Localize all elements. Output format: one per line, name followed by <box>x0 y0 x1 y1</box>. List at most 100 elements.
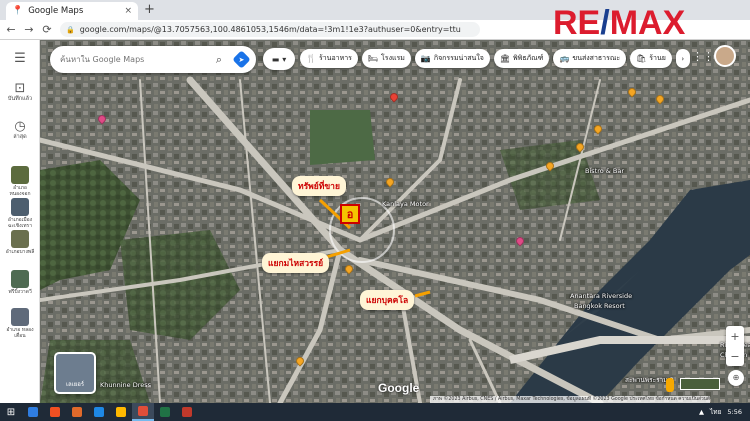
chip-shop[interactable]: 🛍 ร้านย <box>630 49 672 68</box>
taskbar-app-6[interactable] <box>154 403 176 421</box>
place-thumbnail <box>11 308 29 326</box>
app-icon <box>116 407 126 417</box>
taskbar-app-2[interactable] <box>66 403 88 421</box>
chevron-down-icon: ▾ <box>282 54 287 64</box>
chip-restaurant[interactable]: 🍴 ร้านอาหาร <box>300 49 358 68</box>
zoom-out-button[interactable]: − <box>730 350 739 363</box>
url-text: google.com/maps/@13.7057563,100.4861053,… <box>79 25 461 34</box>
map-place-label[interactable]: Bistro & Bar <box>585 167 624 175</box>
clock[interactable]: 5:56 <box>727 408 742 416</box>
transit-icon: 🚌 <box>559 54 570 63</box>
search-box[interactable]: ⌕ ➤ <box>50 46 256 73</box>
property-label: ทรัพย์ที่ขาย <box>292 176 346 196</box>
avatar[interactable] <box>714 45 736 67</box>
reload-button[interactable]: ⟳ <box>42 23 52 36</box>
chip-label: ขนส่งสาธารณะ <box>572 54 621 62</box>
maps-sidebar: ☰ ⊡ บันทึกแล้ว ◷ ล่าสุด อำเภอหนองจอกอำเภ… <box>0 40 40 403</box>
google-logo: Google <box>378 381 420 395</box>
start-button[interactable]: ⊞ <box>0 403 22 421</box>
back-button[interactable]: ← <box>6 23 16 36</box>
tab-google-maps[interactable]: 📍 Google Maps × <box>6 2 138 20</box>
remax-logo: RE/MAX <box>553 4 686 42</box>
recent-place-label: ฟรีบิ้งวาดวี <box>8 289 32 295</box>
sidebar-item-saved[interactable]: ⊡ บันทึกแล้ว <box>0 82 40 103</box>
place-thumbnail <box>11 230 29 248</box>
zoom-in-button[interactable]: + <box>730 330 739 343</box>
directions-icon[interactable]: ➤ <box>232 50 251 69</box>
chip-hotel[interactable]: 🛏 โรงแรม <box>361 49 411 68</box>
system-tray: ▲ ไทย 5:56 <box>699 403 742 421</box>
sidebar-item-recent[interactable]: ◷ ล่าสุด <box>0 120 40 141</box>
app-icon <box>50 407 60 417</box>
search-input[interactable] <box>60 55 209 64</box>
place-thumbnail <box>11 166 29 184</box>
menu-icon: ☰ <box>14 51 26 66</box>
app-icon <box>138 406 148 416</box>
menu-button[interactable]: ☰ <box>0 52 40 66</box>
windows-icon: ⊞ <box>6 406 16 418</box>
recent-place-label: อำเภอหนองจอก <box>9 185 31 197</box>
zoom-controls: + − <box>726 326 744 366</box>
chip-label: ร้านอาหาร <box>318 54 352 62</box>
junction-label-2: แยกบุคคโล <box>360 290 415 310</box>
taskbar-app-4[interactable] <box>110 403 132 421</box>
chip-label: พิพิธภัณฑ์ <box>513 54 544 62</box>
windows-taskbar: ⊞ ▲ ไทย 5:56 <box>0 403 750 421</box>
taskbar-app-5[interactable] <box>132 403 154 421</box>
chip-transit[interactable]: 🚌 ขนส่งสาธารณะ <box>553 49 627 68</box>
recent-place-3[interactable]: ฟรีบิ้งวาดวี <box>5 270 35 295</box>
chevron-right-icon[interactable]: › <box>675 49 690 68</box>
history-icon: ◷ <box>14 119 26 134</box>
new-tab-button[interactable]: + <box>144 2 155 18</box>
app-icon <box>28 407 38 417</box>
forward-button[interactable]: → <box>24 23 34 36</box>
taskbar-app-3[interactable] <box>88 403 110 421</box>
search-icon[interactable]: ⌕ <box>209 53 229 67</box>
app-icon <box>160 407 170 417</box>
language-indicator[interactable]: ไทย <box>710 407 721 417</box>
map-place-label[interactable]: Kanlaya Motor <box>382 200 429 208</box>
url-field[interactable]: 🔒 google.com/maps/@13.7057563,100.486105… <box>60 22 480 37</box>
taskbar-app-7[interactable] <box>176 403 198 421</box>
category-chips: 🍴 ร้านอาหาร 🛏 โรงแรม 📷 กิจกรรมน่าสนใจ 🏛 พิพิธภั… <box>300 49 690 68</box>
chip-label: กิจกรรมน่าสนใจ <box>433 54 484 62</box>
chip-label: ร้านย <box>649 54 666 62</box>
app-icon <box>72 407 82 417</box>
maps-pin-icon: 📍 <box>12 6 24 16</box>
layer-toggle-button[interactable]: เลเยอร์ <box>54 352 96 394</box>
camera-icon: 📷 <box>420 54 431 63</box>
junction-label-1: แยกมไหสวรรย์ <box>262 253 330 273</box>
place-thumbnail <box>11 198 29 216</box>
shop-icon: 🛍 <box>636 54 647 63</box>
layers-icon: ▬ <box>271 54 280 64</box>
taskbar-app-0[interactable] <box>22 403 44 421</box>
recent-place-label: อำเภอเมืองฉะเชิงเทรา <box>7 217 33 229</box>
museum-icon: 🏛 <box>499 54 511 63</box>
lock-icon: 🔒 <box>66 25 75 34</box>
hotel-icon: 🛏 <box>367 54 379 63</box>
chip-camera[interactable]: 📷 กิจกรรมน่าสนใจ <box>414 49 490 68</box>
recent-place-1[interactable]: อำเภอเมืองฉะเชิงเทรา <box>5 198 35 229</box>
taskbar-app-1[interactable] <box>44 403 66 421</box>
recent-place-label: อำเภอ หลองเตื่อน <box>6 327 34 339</box>
map-place-label[interactable]: Bangkok Resort <box>574 302 625 310</box>
recent-place-4[interactable]: อำเภอ หลองเตื่อน <box>5 308 35 339</box>
compass-icon[interactable]: ⊕ <box>728 370 744 386</box>
recent-place-2[interactable]: อำเภอบางพลี <box>5 230 35 255</box>
apps-grid-icon[interactable]: ⋮⋮ <box>692 50 714 63</box>
map-attribution: ภาพ ©2023 Airbus, CNES / Airbus, Maxar T… <box>430 396 710 403</box>
map-place-label[interactable]: Anantara Riverside <box>570 292 632 300</box>
place-thumbnail <box>11 270 29 288</box>
bookmark-icon: ⊡ <box>14 81 26 96</box>
globe-toggle[interactable] <box>680 378 720 390</box>
app-icon <box>94 407 104 417</box>
street-view-icon[interactable] <box>666 378 674 392</box>
chip-museum[interactable]: 🏛 พิพิธภัณฑ์ <box>493 49 550 68</box>
network-icon[interactable]: ▲ <box>699 408 704 416</box>
app-icon <box>182 407 192 417</box>
map-place-label[interactable]: Khunnine Dress <box>100 381 151 389</box>
recent-place-0[interactable]: อำเภอหนองจอก <box>5 166 35 197</box>
map-layers-button[interactable]: ▬ ▾ <box>263 48 295 70</box>
property-marker[interactable]: อ <box>340 204 360 224</box>
close-icon[interactable]: × <box>124 6 132 16</box>
